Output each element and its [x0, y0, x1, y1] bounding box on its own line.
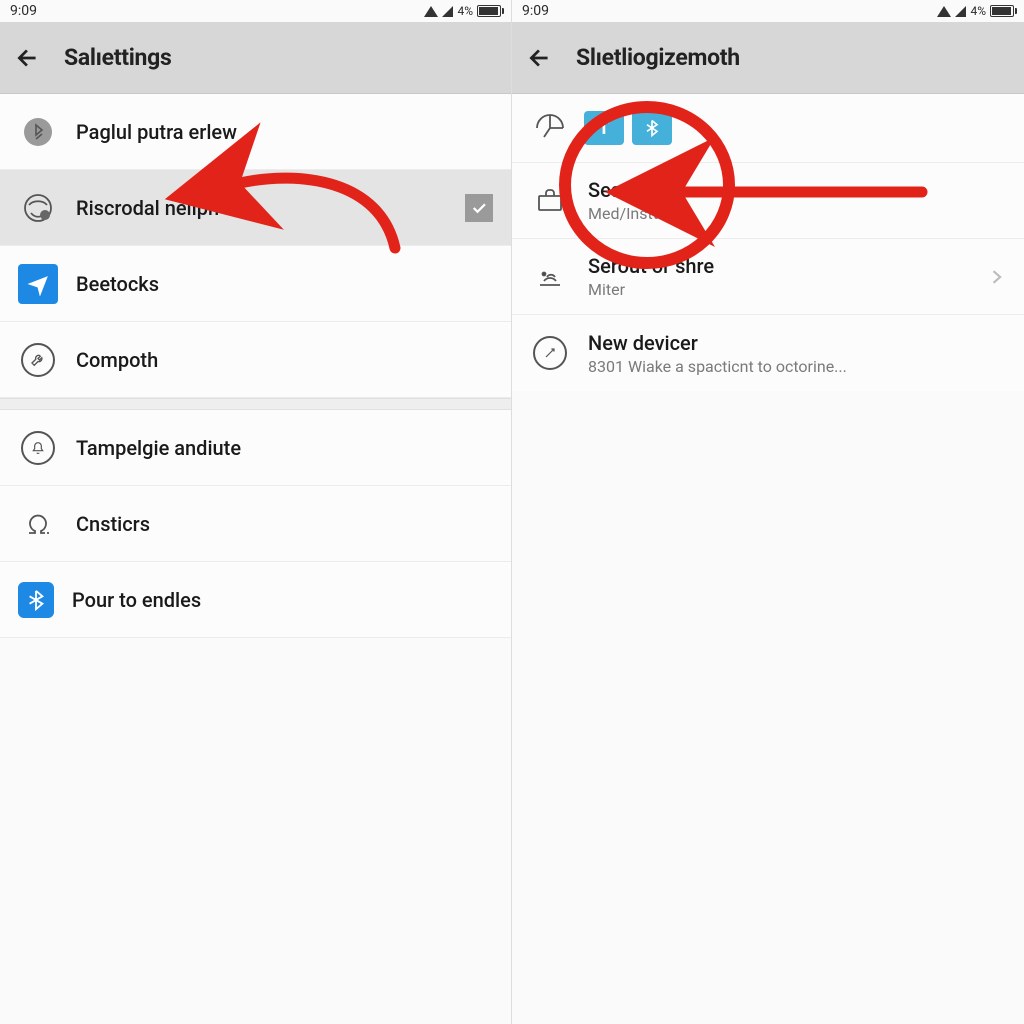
- signal-icon: [955, 6, 966, 17]
- globe-cog-icon: [18, 188, 58, 228]
- battery-pct: 4%: [970, 4, 986, 18]
- list-item-label: Serout or shre: [588, 254, 986, 278]
- toggle-chip-row: T: [512, 94, 1024, 163]
- signal-icon: [530, 257, 570, 297]
- app-header: Slıetliogizemoth: [512, 22, 1024, 94]
- list-item-label: Beetocks: [76, 272, 159, 296]
- signal-icon: [442, 6, 453, 17]
- list-item-label: Pour to endles: [72, 588, 201, 612]
- battery-icon: [990, 5, 1014, 17]
- list-item-compoth[interactable]: Compoth: [0, 322, 511, 398]
- settings-list: Paglul putra erlew Riscrodal neliph Beet…: [0, 94, 511, 638]
- section-divider: [0, 398, 511, 410]
- list-item-paglul[interactable]: Paglul putra erlew: [0, 94, 511, 170]
- chip-bluetooth[interactable]: [632, 111, 672, 145]
- back-button[interactable]: [526, 44, 554, 72]
- page-title: Slıetliogizemoth: [576, 44, 740, 71]
- arrow-left-icon: [15, 45, 41, 71]
- bluetooth-dot-icon: [18, 112, 58, 152]
- battery-icon: [477, 5, 501, 17]
- list-item-label: Riscrodal neliph: [76, 196, 465, 220]
- wifi-icon: [937, 6, 951, 17]
- chevron-right-icon: [986, 267, 1006, 287]
- list-item-beetocks[interactable]: Beetocks: [0, 246, 511, 322]
- omega-icon: [18, 504, 58, 544]
- list-item-serout[interactable]: Serout or shre Miter: [512, 239, 1024, 315]
- list-item-label: Paglul putra erlew: [76, 120, 237, 144]
- battery-pct: 4%: [457, 4, 473, 18]
- wrench-ring-icon: [18, 340, 58, 380]
- briefcase-icon: [530, 181, 570, 221]
- detail-list: T Seads Med/Insttuph: [512, 94, 1024, 391]
- list-item-label: Tampelgie andiute: [76, 436, 241, 460]
- bluetooth-icon: [642, 118, 662, 138]
- plane-icon: [18, 264, 58, 304]
- right-screenshot: 9:09 4% Slıetliogizemoth T: [512, 0, 1024, 1024]
- list-item-sub: Med/Insttuph: [588, 204, 1006, 223]
- checkbox-checked-icon[interactable]: [465, 194, 493, 222]
- status-time: 9:09: [522, 3, 549, 19]
- status-bar: 9:09 4%: [0, 0, 511, 22]
- list-item-cnsticrs[interactable]: Cnsticrs: [0, 486, 511, 562]
- list-item-label: Cnsticrs: [76, 512, 150, 536]
- list-item-seads[interactable]: Seads Med/Insttuph: [512, 163, 1024, 239]
- wifi-icon: [424, 6, 438, 17]
- status-bar: 9:09 4%: [512, 0, 1024, 22]
- list-item-pour[interactable]: Pour to endles: [0, 562, 511, 638]
- left-screenshot: 9:09 4% Salıettings Paglul putra erlew: [0, 0, 512, 1024]
- status-time: 9:09: [10, 3, 37, 19]
- clock-half-icon: [530, 108, 570, 148]
- back-button[interactable]: [14, 44, 42, 72]
- list-item-sub: 8301 Wiake a spacticnt to octorine...: [588, 357, 1006, 376]
- list-item-sub: Miter: [588, 280, 986, 299]
- page-title: Salıettings: [64, 44, 171, 71]
- app-header: Salıettings: [0, 22, 511, 94]
- list-item-newdev[interactable]: New devicer 8301 Wiake a spacticnt to oc…: [512, 315, 1024, 391]
- list-item-label: Compoth: [76, 348, 158, 372]
- chip-t[interactable]: T: [584, 111, 624, 145]
- list-item-label: Seads: [588, 178, 1006, 202]
- arrow-left-icon: [527, 45, 553, 71]
- bell-ring-icon: [18, 428, 58, 468]
- list-item-riscrodal[interactable]: Riscrodal neliph: [0, 170, 511, 246]
- list-item-label: New devicer: [588, 331, 1006, 355]
- bluetooth-blue-icon: [18, 582, 54, 618]
- list-item-tampelgie[interactable]: Tampelgie andiute: [0, 410, 511, 486]
- dial-ring-icon: [530, 333, 570, 373]
